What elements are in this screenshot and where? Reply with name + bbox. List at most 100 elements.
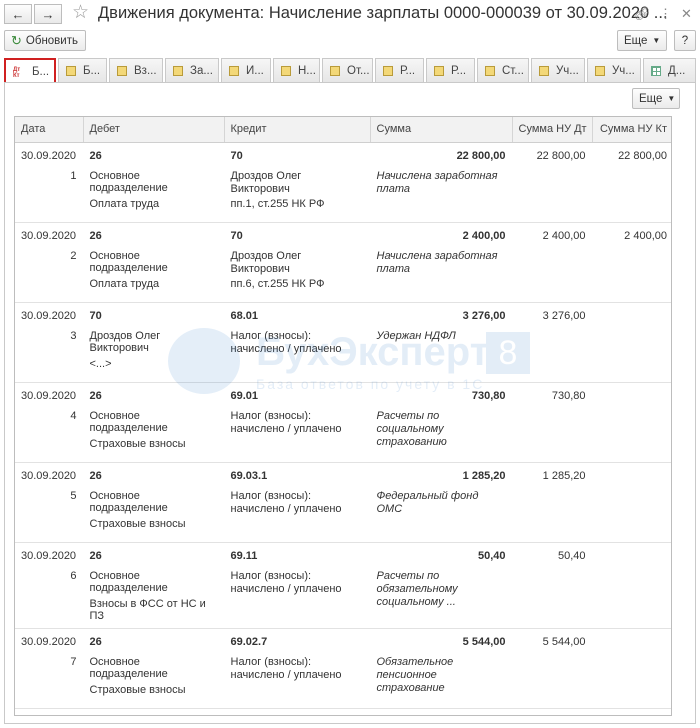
help-button[interactable]: ? bbox=[674, 30, 696, 51]
sum-nu-dt: 5 544,00 bbox=[542, 635, 586, 648]
tab-3[interactable]: Вз... bbox=[109, 58, 163, 82]
table-cell bbox=[592, 326, 671, 356]
table-row[interactable]: 30.09.2020 26 70 2 400,00 2 400,00 2 400,00 bbox=[15, 222, 671, 246]
panel-more-button[interactable]: Еще ▼ bbox=[632, 88, 680, 109]
debit-subconto-1: Основное подразделение bbox=[89, 410, 168, 434]
entry-content: Расчеты по социальному страхованию bbox=[376, 410, 447, 448]
link-icon[interactable]: 🔗︎ bbox=[634, 6, 651, 22]
more-button[interactable]: Еще ▼ bbox=[617, 30, 667, 51]
table-row[interactable]: Оплата труда пп.6, ст.255 НК РФ bbox=[15, 276, 671, 296]
debit-subconto-1: Основное подразделение bbox=[89, 570, 168, 594]
table-row[interactable]: 3 Дроздов Олег Викторович Налог (взносы): … bbox=[15, 326, 671, 356]
table-row[interactable]: 1 Основное подразделение Дроздов Олег Викт… bbox=[15, 166, 671, 196]
table-row[interactable]: 30.09.2020 26 69.03.1 1 285,20 1 285,20 bbox=[15, 462, 671, 486]
tab-12[interactable]: Уч... bbox=[587, 58, 641, 82]
tab-8[interactable]: Р... bbox=[375, 58, 424, 82]
table-cell bbox=[15, 702, 671, 709]
tab-label: И... bbox=[246, 64, 264, 77]
table-row[interactable]: 30.09.2020 70 68.01 3 276,00 3 276,00 bbox=[15, 302, 671, 326]
table-cell bbox=[592, 516, 671, 536]
table-cell bbox=[512, 566, 592, 596]
table-row[interactable]: 30.09.2020 26 70 22 800,00 22 800,00 22 800,0… bbox=[15, 142, 671, 166]
table-row[interactable]: 5 Основное подразделение Налог (взносы): н… bbox=[15, 486, 671, 516]
tab-7[interactable]: От... bbox=[322, 58, 373, 82]
table-cell bbox=[512, 166, 592, 196]
tab-label: Н... bbox=[298, 64, 316, 77]
sum-nu-kt bbox=[592, 462, 671, 486]
register-icon bbox=[281, 65, 291, 76]
table-cell bbox=[592, 276, 671, 296]
column-header-sum-nu-kt[interactable]: Сумма НУ Кт bbox=[592, 117, 671, 143]
credit-account: 69.03.1 bbox=[230, 469, 268, 482]
debit-account: 26 bbox=[89, 635, 102, 648]
refresh-button[interactable]: ↻ Обновить bbox=[4, 30, 86, 51]
column-header-sum-nu-dt[interactable]: Сумма НУ Дт bbox=[512, 117, 593, 143]
entry-content: Начислена заработная плата bbox=[376, 250, 498, 275]
entry-content: Обязательное пенсионное страхование bbox=[376, 656, 454, 694]
star-icon[interactable]: ☆ bbox=[72, 3, 89, 23]
window-title: Движения документа: Начисление зарплаты … bbox=[98, 4, 668, 22]
entry-number: 5 bbox=[70, 490, 77, 502]
table-cell bbox=[512, 516, 592, 536]
tab-13[interactable]: Д... bbox=[643, 58, 696, 82]
table-row[interactable]: 30.09.2020 26 69.11 50,40 50,40 bbox=[15, 542, 671, 566]
column-header-date[interactable]: Дата bbox=[15, 117, 84, 143]
register-icon bbox=[66, 65, 76, 76]
tab-11[interactable]: Уч... bbox=[531, 58, 585, 82]
credit-subconto-2 bbox=[224, 436, 370, 456]
more-icon[interactable]: ⋮ bbox=[659, 6, 672, 22]
close-icon[interactable]: ✕ bbox=[681, 6, 692, 22]
credit-account: 70 bbox=[230, 149, 243, 162]
table-row[interactable]: 6 Основное подразделение Налог (взносы): н… bbox=[15, 566, 671, 608]
debit-account: 26 bbox=[89, 469, 102, 482]
credit-subconto-2 bbox=[224, 596, 370, 622]
sum-nu-dt: 50,40 bbox=[557, 549, 586, 562]
table-row[interactable]: 2 Основное подразделение Дроздов Олег Викт… bbox=[15, 246, 671, 276]
column-header-debit[interactable]: Дебет bbox=[83, 117, 225, 143]
tab-5[interactable]: И... bbox=[221, 58, 271, 82]
register-tabs: Дт Кт Б... Б... Вз... За... И... Н... От.… bbox=[4, 58, 696, 83]
table-row[interactable]: 30.09.2020 26 69.01 730,80 730,80 bbox=[15, 382, 671, 406]
table-row[interactable]: Взносы в ФСС от НС и ПЗ bbox=[15, 596, 671, 622]
credit-subconto-1: Налог (взносы): начислено / уплачено bbox=[230, 570, 342, 595]
table-cell bbox=[512, 682, 592, 702]
entry-sum: 22 800,00 bbox=[456, 149, 506, 162]
credit-subconto-1: Налог (взносы): начислено / уплачено bbox=[230, 330, 342, 355]
debit-subconto-2: Оплата труда bbox=[89, 278, 160, 290]
column-header-sum[interactable]: Сумма bbox=[370, 117, 513, 143]
table-row[interactable]: 7 Основное подразделение Налог (взносы): н… bbox=[15, 652, 671, 694]
table-row[interactable]: Оплата труда пп.1, ст.255 НК РФ bbox=[15, 196, 671, 216]
back-button[interactable]: ← bbox=[4, 4, 32, 24]
debit-subconto-2: <...> bbox=[89, 358, 112, 370]
tab-9[interactable]: Р... bbox=[426, 58, 475, 82]
tab-10[interactable]: Ст... bbox=[477, 58, 529, 82]
table-row[interactable]: 4 Основное подразделение Налог (взносы): н… bbox=[15, 406, 671, 448]
tab-4[interactable]: За... bbox=[165, 58, 219, 82]
credit-subconto-2 bbox=[224, 682, 370, 702]
forward-button[interactable]: → bbox=[34, 4, 62, 24]
table-row[interactable]: Страховые взносы bbox=[15, 516, 671, 536]
entry-number: 1 bbox=[70, 170, 77, 182]
tab-6[interactable]: Н... bbox=[273, 58, 320, 82]
entry-date: 30.09.2020 bbox=[21, 229, 77, 242]
table-cell bbox=[15, 682, 83, 702]
table-row[interactable] bbox=[15, 702, 671, 709]
table-cell bbox=[592, 246, 671, 276]
tab-1[interactable]: Дт Кт Б... bbox=[4, 58, 56, 83]
tab-2[interactable]: Б... bbox=[58, 58, 107, 82]
table-row[interactable]: Страховые взносы bbox=[15, 436, 671, 456]
table-row[interactable]: 30.09.2020 26 69.02.7 5 544,00 5 544,00 bbox=[15, 628, 671, 652]
debit-subconto-2: Страховые взносы bbox=[89, 684, 186, 696]
debit-subconto-2: Оплата труда bbox=[89, 198, 160, 210]
credit-subconto-1: Дроздов Олег Викторович bbox=[230, 250, 302, 275]
sum-nu-dt: 22 800,00 bbox=[536, 149, 586, 162]
sum-nu-kt bbox=[592, 628, 671, 652]
column-header-credit[interactable]: Кредит bbox=[224, 117, 371, 143]
table-row[interactable]: <...> bbox=[15, 356, 671, 376]
sum-nu-dt: 1 285,20 bbox=[542, 469, 586, 482]
entries-table[interactable]: Дата Дебет Кредит Сумма Сумма НУ Дт Сумм… bbox=[14, 116, 672, 716]
table-cell bbox=[592, 486, 671, 516]
table-row[interactable]: Страховые взносы bbox=[15, 682, 671, 702]
entry-sum: 50,40 bbox=[477, 549, 506, 562]
sum-nu-kt: 2 400,00 bbox=[624, 229, 667, 242]
